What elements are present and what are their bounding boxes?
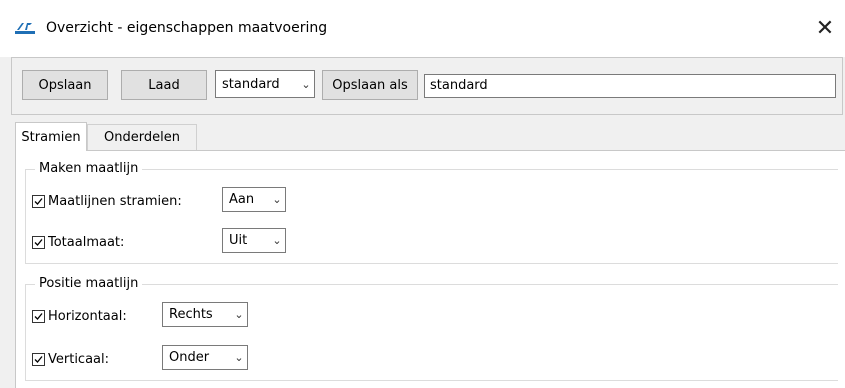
chevron-down-icon: ⌄: [301, 77, 311, 91]
close-button[interactable]: ✕: [805, 10, 845, 46]
chevron-down-icon: ⌄: [272, 234, 282, 247]
tab-panel-stramien: Maken maatlijn Maatlijnen stramien: Aan …: [15, 150, 845, 388]
preset-name-input[interactable]: standard: [424, 74, 836, 98]
load-button-label: Laad: [148, 77, 180, 93]
tab-stramien[interactable]: Stramien: [15, 122, 87, 151]
dropdown-maatlijnen-stramien[interactable]: Aan ⌄: [222, 187, 286, 212]
label-verticaal: Verticaal:: [48, 352, 110, 367]
checkbox-verticaal[interactable]: [32, 353, 45, 366]
group-maken-maatlijn: Maken maatlijn Maatlijnen stramien: Aan …: [25, 160, 838, 264]
checkmark-icon: [34, 198, 43, 205]
checkbox-horizontaal[interactable]: [32, 310, 45, 323]
dropdown-horizontaal[interactable]: Rechts ⌄: [162, 302, 248, 327]
preset-dropdown-value: standard: [222, 76, 280, 92]
app-icon: [15, 21, 35, 35]
chevron-down-icon: ⌄: [272, 193, 282, 206]
dropdown-verticaal-value: Onder: [169, 350, 210, 365]
checkbox-maatlijnen-stramien[interactable]: [32, 195, 45, 208]
dropdown-totaalmaat-value: Uit: [229, 233, 248, 248]
close-icon: ✕: [815, 15, 835, 41]
save-as-button[interactable]: Opslaan als: [322, 70, 418, 100]
checkmark-icon: [34, 313, 43, 320]
label-totaalmaat: Totaalmaat:: [48, 235, 125, 250]
dropdown-totaalmaat[interactable]: Uit ⌄: [222, 228, 286, 253]
save-as-button-label: Opslaan als: [332, 77, 408, 93]
preset-toolbar: Opslaan Laad standard ⌄ Opslaan als stan…: [11, 57, 843, 115]
group-title-positie: Positie maatlijn: [35, 275, 143, 293]
dialog-window: Overzicht - eigenschappen maatvoering ✕ …: [0, 0, 845, 388]
title-bar: Overzicht - eigenschappen maatvoering ✕: [0, 0, 845, 57]
dropdown-horizontaal-value: Rechts: [169, 307, 213, 322]
dropdown-verticaal[interactable]: Onder ⌄: [162, 345, 248, 370]
chevron-down-icon: ⌄: [234, 308, 244, 321]
group-title-maken: Maken maatlijn: [35, 160, 143, 178]
label-maatlijnen-stramien: Maatlijnen stramien:: [48, 194, 182, 209]
checkmark-icon: [34, 356, 43, 363]
window-title: Overzicht - eigenschappen maatvoering: [46, 20, 328, 36]
label-horizontaal: Horizontaal:: [48, 309, 127, 324]
save-button[interactable]: Opslaan: [22, 70, 108, 100]
dropdown-maatlijnen-stramien-value: Aan: [229, 192, 255, 207]
preset-dropdown[interactable]: standard ⌄: [215, 70, 315, 98]
load-button[interactable]: Laad: [121, 70, 207, 100]
group-positie-maatlijn: Positie maatlijn Horizontaal: Rechts ⌄ V…: [25, 275, 838, 381]
chevron-down-icon: ⌄: [234, 351, 244, 364]
checkmark-icon: [34, 239, 43, 246]
save-button-label: Opslaan: [38, 77, 92, 93]
tab-onderdelen[interactable]: Onderdelen: [87, 124, 197, 150]
checkbox-totaalmaat[interactable]: [32, 236, 45, 249]
